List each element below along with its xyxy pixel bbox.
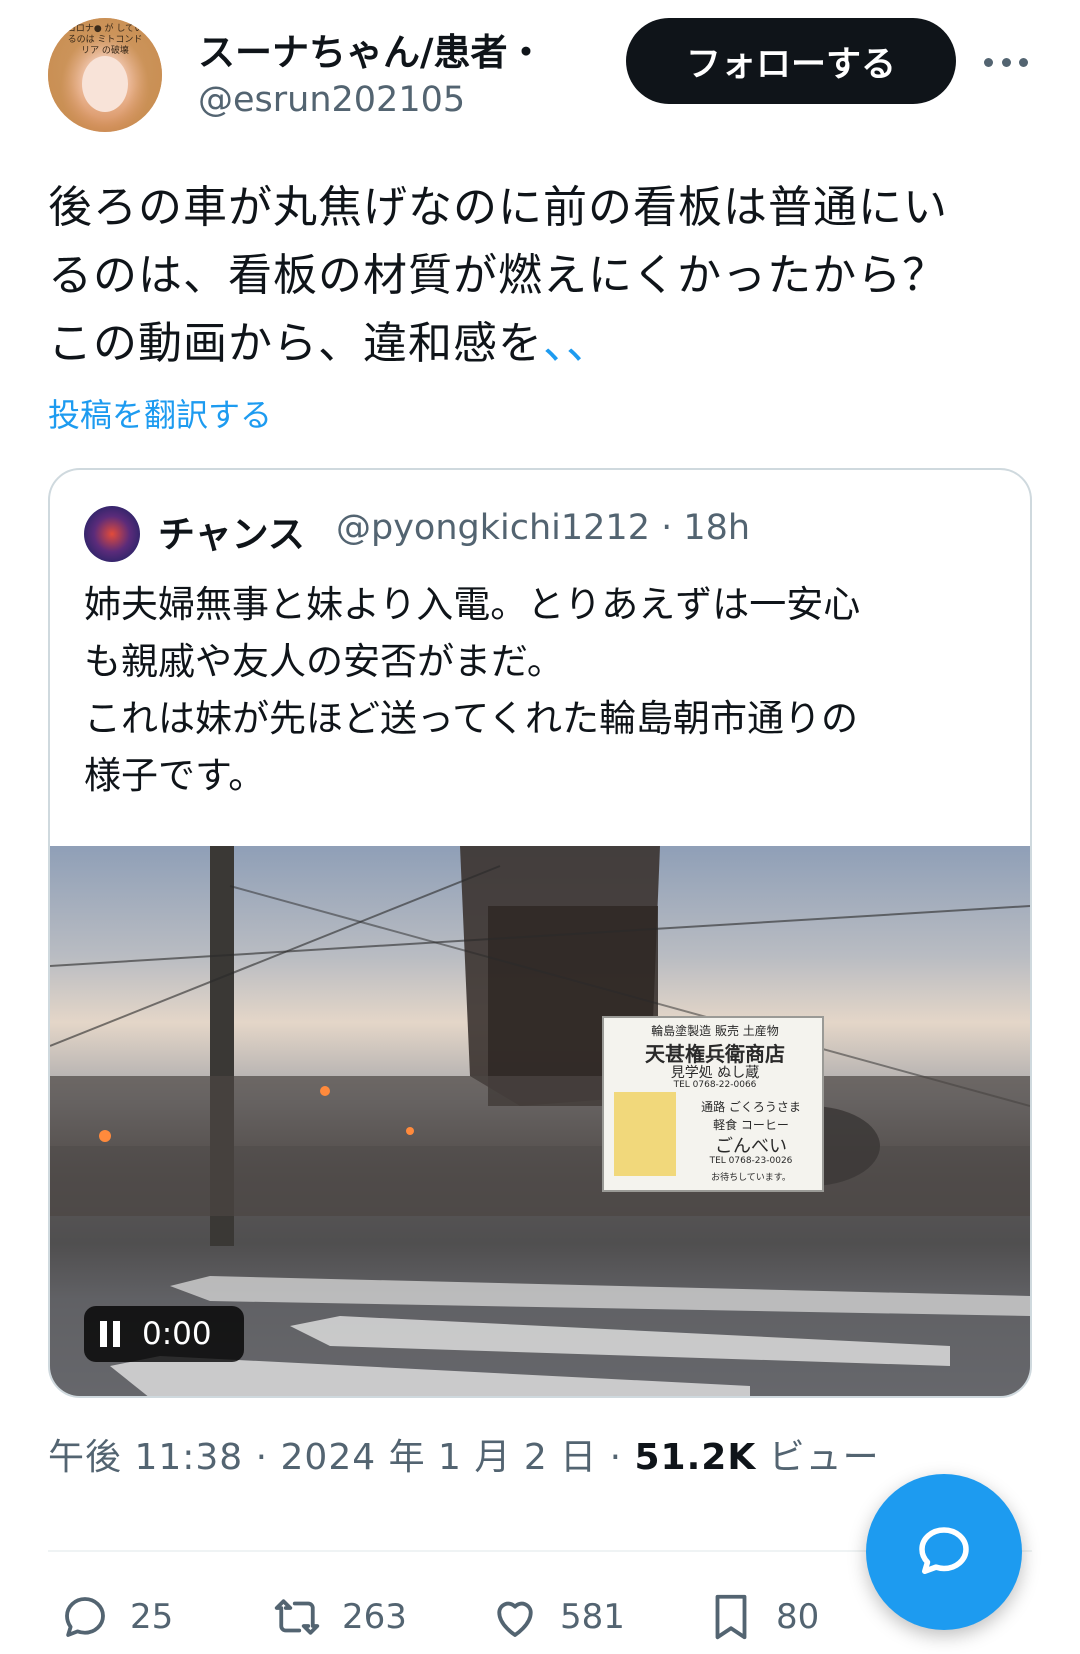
repost-button[interactable]: 263 — [270, 1590, 407, 1644]
more-icon[interactable] — [984, 44, 1028, 80]
pause-icon[interactable] — [100, 1321, 120, 1347]
tweet-text-link[interactable]: 、、 — [543, 318, 611, 369]
avatar-caption: コロナ● が しているのは ミトコンドリア の破壊 — [66, 24, 144, 56]
bookmark-count: 80 — [776, 1597, 820, 1637]
quoted-author-name[interactable]: チャンス — [158, 504, 305, 558]
quoted-tweet-text: 姉夫婦無事と妹より入電。とりあえずは一安心 も親戚や友人の安否がまだ。 これは妹… — [84, 576, 1004, 804]
reply-button[interactable]: 25 — [58, 1590, 173, 1644]
video-controls[interactable]: 0:00 — [84, 1306, 244, 1362]
sign-text: TEL 0768-23-0026 — [709, 1156, 793, 1166]
sign-text: お待ちしています。 — [711, 1173, 791, 1183]
views-label: ビュー — [756, 1437, 880, 1478]
author-avatar[interactable]: コロナ● が しているのは ミトコンドリア の破壊 — [48, 18, 162, 132]
sign-text: 見学処 ぬし蔵 — [670, 1065, 760, 1081]
tweet-text-line: 後ろの車が丸焦げなのに前の看板は普通にい — [48, 182, 948, 233]
sign-text: 輪島塗製造 販売 土産物 — [651, 1024, 779, 1038]
author-handle[interactable]: @esrun202105 — [198, 80, 465, 120]
tweet-text-line-body: この動画から、違和感を — [48, 318, 543, 369]
repost-count: 263 — [342, 1597, 407, 1637]
tweet-text-line: この動画から、違和感を、、 — [48, 310, 1038, 378]
follow-button[interactable]: フォローする — [626, 18, 956, 104]
reply-icon — [65, 1597, 105, 1637]
tweet-text: 後ろの車が丸焦げなのに前の看板は普通にい るのは、看板の材質が燃えにくかったから… — [48, 174, 1038, 378]
timestamp-text[interactable]: 午後 11:38 · 2024 年 1 月 2 日 · — [48, 1437, 635, 1478]
quoted-text-line: 姉夫婦無事と妹より入電。とりあえずは一安心 — [84, 583, 861, 626]
quoted-text-line: 様子です。 — [84, 754, 266, 797]
quoted-tweet[interactable]: チャンス @pyongkichi1212 · 18h 姉夫婦無事と妹より入電。と… — [48, 468, 1032, 1398]
sign-yellow-box — [614, 1092, 676, 1176]
bookmark-button[interactable]: 80 — [704, 1590, 819, 1644]
video-player[interactable]: 輪島塗製造 販売 土産物 天甚権兵衛商店 見学処 ぬし蔵 TEL 0768-22… — [50, 846, 1030, 1396]
compose-reply-button[interactable] — [866, 1474, 1022, 1630]
tweet-text-line: るのは、看板の材質が燃えにくかったから？ — [48, 250, 948, 301]
quoted-text-line: これは妹が先ほど送ってくれた輪島朝市通りの — [84, 697, 859, 740]
reply-count: 25 — [130, 1597, 174, 1637]
chat-bubble-icon — [919, 1527, 969, 1574]
avatar-face — [82, 56, 128, 112]
video-time: 0:00 — [142, 1316, 212, 1352]
tweet-timestamp: 午後 11:38 · 2024 年 1 月 2 日 · 51.2K ビュー — [48, 1428, 880, 1480]
quoted-author-avatar[interactable] — [84, 506, 140, 562]
sign-text: 軽食 コーヒー — [713, 1118, 789, 1132]
like-count: 581 — [560, 1597, 625, 1637]
author-display-name[interactable]: スーナちゃん/患者・ — [198, 22, 600, 70]
sign-text: 通路 ごくろうさま — [701, 1100, 801, 1114]
like-button[interactable]: 581 — [488, 1590, 625, 1644]
quoted-author-meta: @pyongkichi1212 · 18h — [336, 508, 751, 548]
views-count: 51.2K — [634, 1437, 757, 1478]
video-signboard: 輪島塗製造 販売 土産物 天甚権兵衛商店 見学処 ぬし蔵 TEL 0768-22… — [602, 1016, 824, 1192]
repost-icon — [274, 1599, 320, 1635]
bookmark-icon — [715, 1594, 747, 1640]
quoted-text-line: も親戚や友人の安否がまだ。 — [84, 640, 564, 683]
sign-text: TEL 0768-22-0066 — [673, 1080, 757, 1090]
sign-text: ごんべい — [715, 1136, 787, 1157]
translate-link[interactable]: 投稿を翻訳する — [48, 390, 272, 436]
action-bar: 25 263 581 80 — [48, 1590, 948, 1650]
tweet-header: コロナ● が しているのは ミトコンドリア の破壊 スーナちゃん/患者・ @es… — [0, 0, 1080, 140]
heart-icon — [497, 1601, 533, 1637]
